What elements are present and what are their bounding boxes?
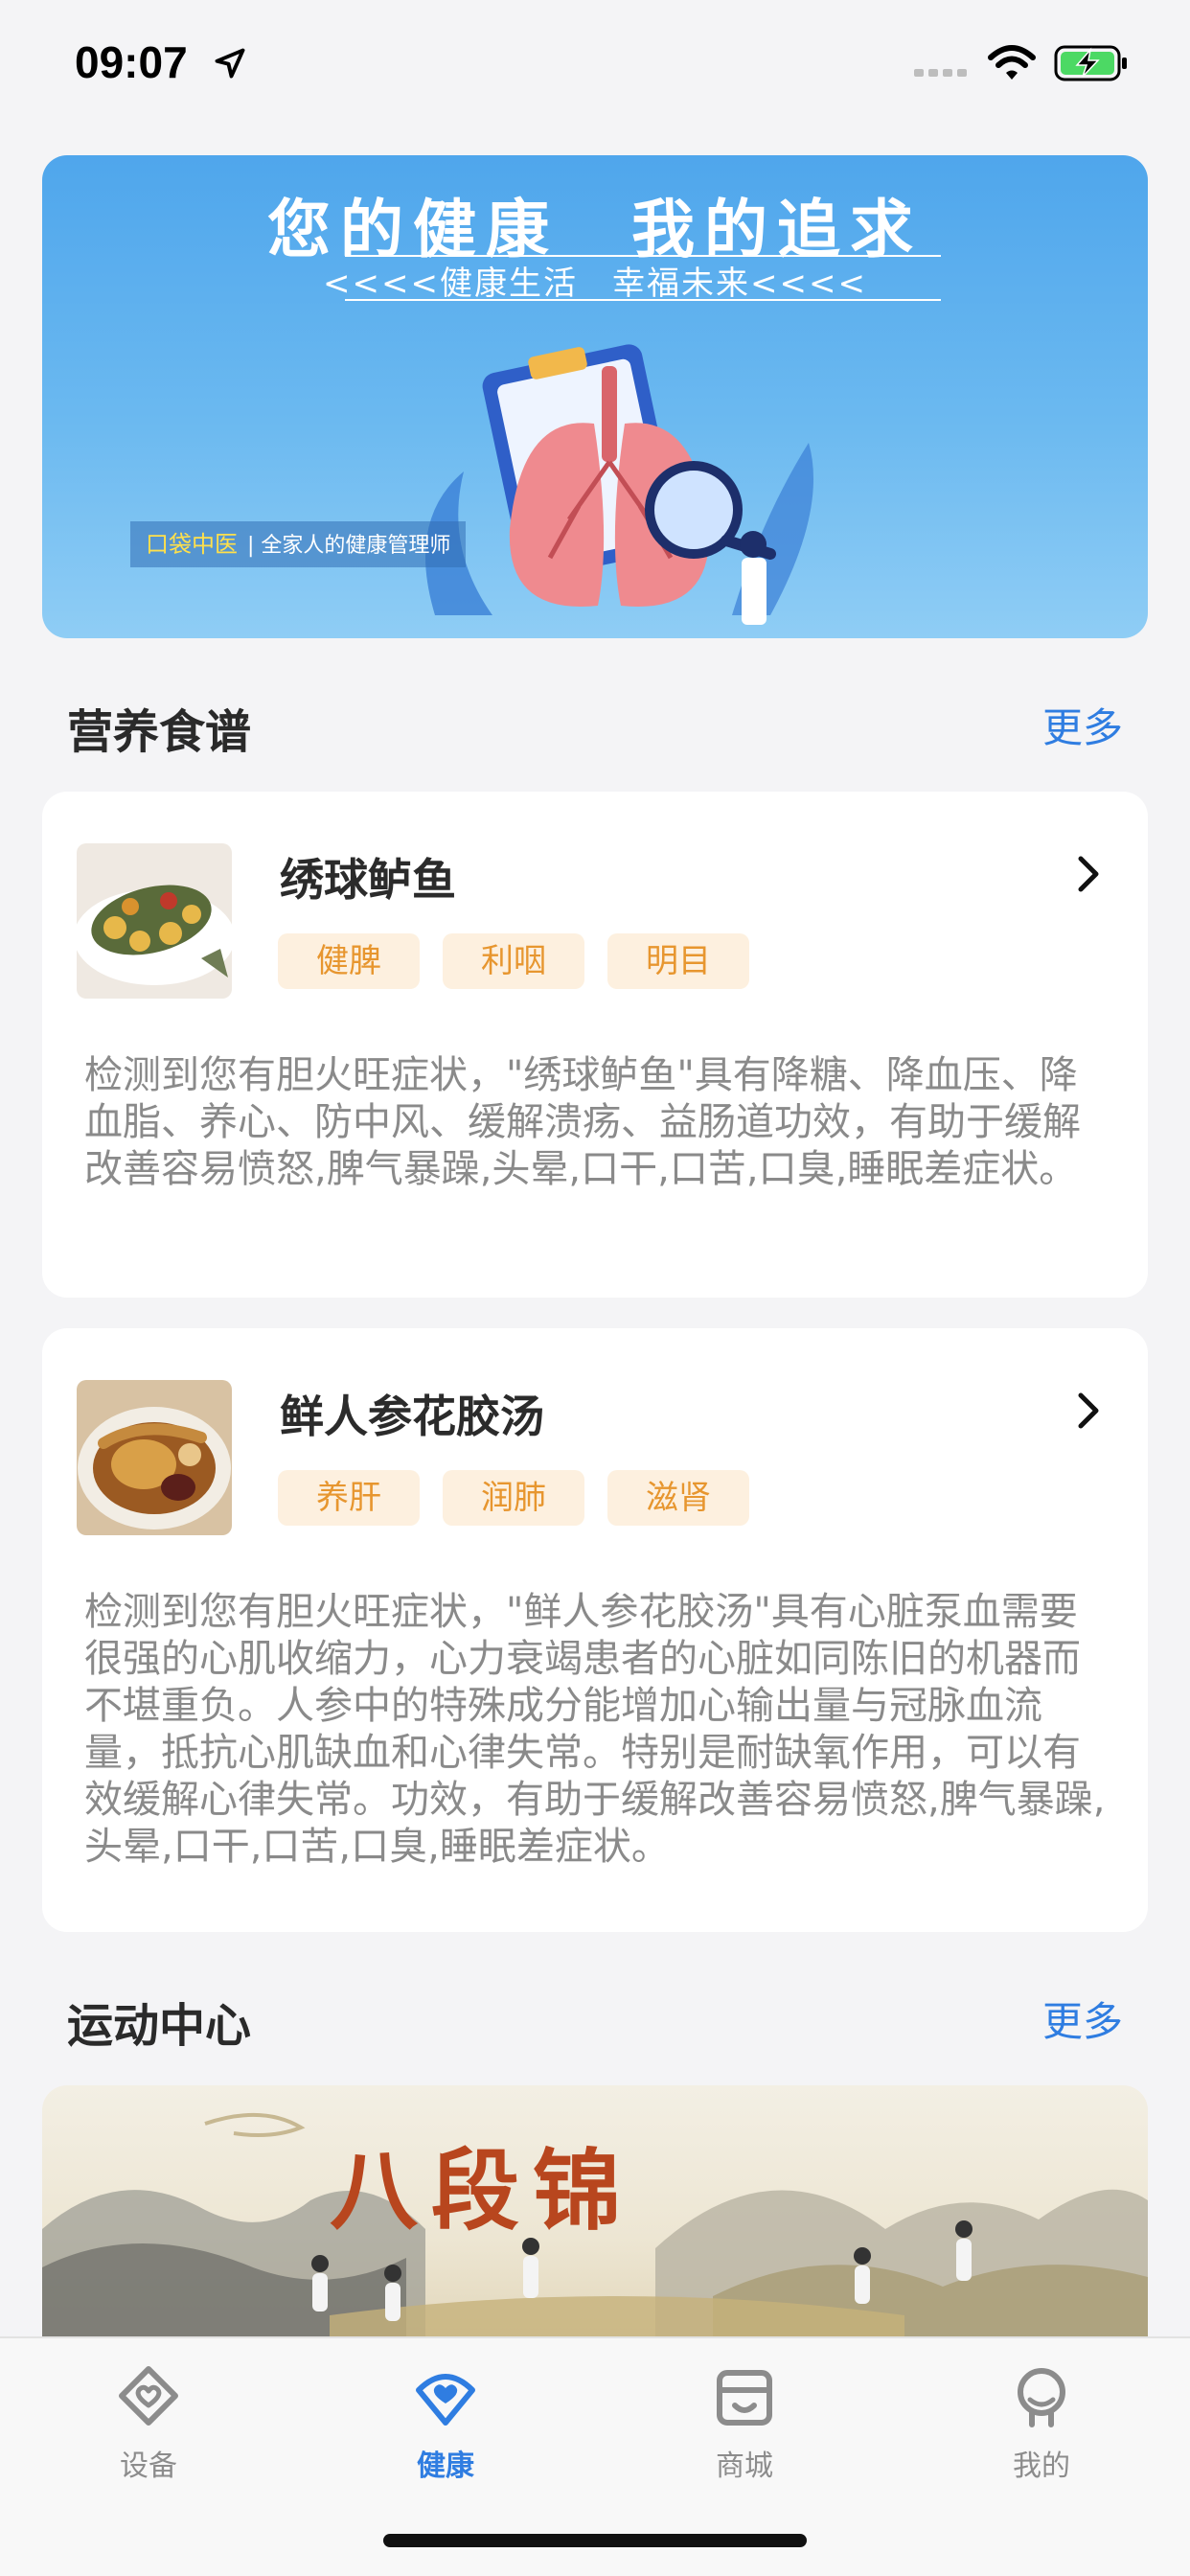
section-title: 运动中心 (67, 1999, 252, 2053)
profile-icon (1018, 2368, 1065, 2427)
health-icon (416, 2374, 475, 2426)
battery-charging-icon (1054, 45, 1127, 81)
recipe-tag: 滋肾 (607, 1470, 749, 1526)
tab-label: 健康 (417, 2450, 474, 2483)
exercise-section-header: 运动中心 更多 (67, 1988, 1123, 2053)
recipe-description: 检测到您有胆火旺症状，"鲜人参花胶汤"具有心脏泵血需要很强的心肌收缩力，心力衰竭… (84, 1590, 1106, 1869)
recipe-name: 绣球鲈鱼 (280, 854, 456, 906)
banner-divider (345, 299, 941, 301)
recipe-tag: 润肺 (443, 1470, 584, 1526)
recipe-thumbnail (77, 843, 232, 999)
device-icon (119, 2366, 178, 2426)
tab-label: 设备 (120, 2450, 177, 2483)
recipe-tag: 利咽 (443, 933, 584, 989)
tab-health[interactable]: 健康 (369, 2363, 522, 2484)
shop-icon (717, 2370, 772, 2426)
brand-name: 口袋中医 (146, 531, 238, 558)
chevron-right-icon[interactable] (1075, 1390, 1102, 1432)
recipe-tag: 明目 (607, 933, 749, 989)
nutrition-more-link[interactable]: 更多 (1042, 696, 1123, 754)
banner-subtitle: <<<<健康生活 幸福未来<<<< (323, 264, 867, 303)
tab-label: 我的 (1013, 2450, 1070, 2483)
tab-label: 商城 (716, 2450, 773, 2483)
recipe-tag: 健脾 (278, 933, 420, 989)
wifi-icon (988, 45, 1036, 80)
home-indicator (383, 2534, 807, 2547)
chevron-right-icon[interactable] (1075, 853, 1102, 895)
recipe-card[interactable]: 绣球鲈鱼 健脾 利咽 明目 检测到您有胆火旺症状，"绣球鲈鱼"具有降糖、降血压、… (42, 792, 1148, 1298)
tab-profile[interactable]: 我的 (965, 2363, 1118, 2484)
health-banner[interactable]: 您的健康 我的追求 <<<<健康生活 幸福未来<<<< 口袋中医 | 全家人的健康… (42, 155, 1148, 638)
status-bar: 09:07 (0, 0, 1190, 130)
lungs-illustration-icon (425, 344, 813, 625)
banner-brand-tag: 口袋中医 | 全家人的健康管理师 (130, 521, 467, 567)
recipe-tags: 养肝 润肺 滋肾 (278, 1470, 749, 1526)
brand-tagline: | 全家人的健康管理师 (247, 534, 451, 558)
section-title: 营养食谱 (67, 705, 252, 759)
recipe-card[interactable]: 鲜人参花胶汤 养肝 润肺 滋肾 检测到您有胆火旺症状，"鲜人参花胶汤"具有心脏泵… (42, 1328, 1148, 1932)
tab-device[interactable]: 设备 (72, 2363, 225, 2484)
recipe-description: 检测到您有胆火旺症状，"绣球鲈鱼"具有降糖、降血压、降血脂、养心、防中风、缓解溃… (84, 1053, 1081, 1191)
status-time: 09:07 (75, 37, 188, 87)
exercise-banner[interactable]: 八段锦 (42, 2085, 1148, 2338)
location-arrow-icon (215, 48, 245, 79)
recipe-tags: 健脾 利咽 明目 (278, 933, 749, 989)
tab-shop[interactable]: 商城 (668, 2363, 821, 2484)
recipe-name: 鲜人参花胶汤 (280, 1391, 544, 1442)
exercise-banner-title: 八段锦 (330, 2139, 635, 2242)
nutrition-section-header: 营养食谱 更多 (67, 694, 1123, 759)
exercise-more-link[interactable]: 更多 (1042, 1990, 1123, 2048)
recipe-thumbnail (77, 1380, 232, 1535)
recipe-tag: 养肝 (278, 1470, 420, 1526)
cellular-signal-icon (914, 69, 967, 77)
